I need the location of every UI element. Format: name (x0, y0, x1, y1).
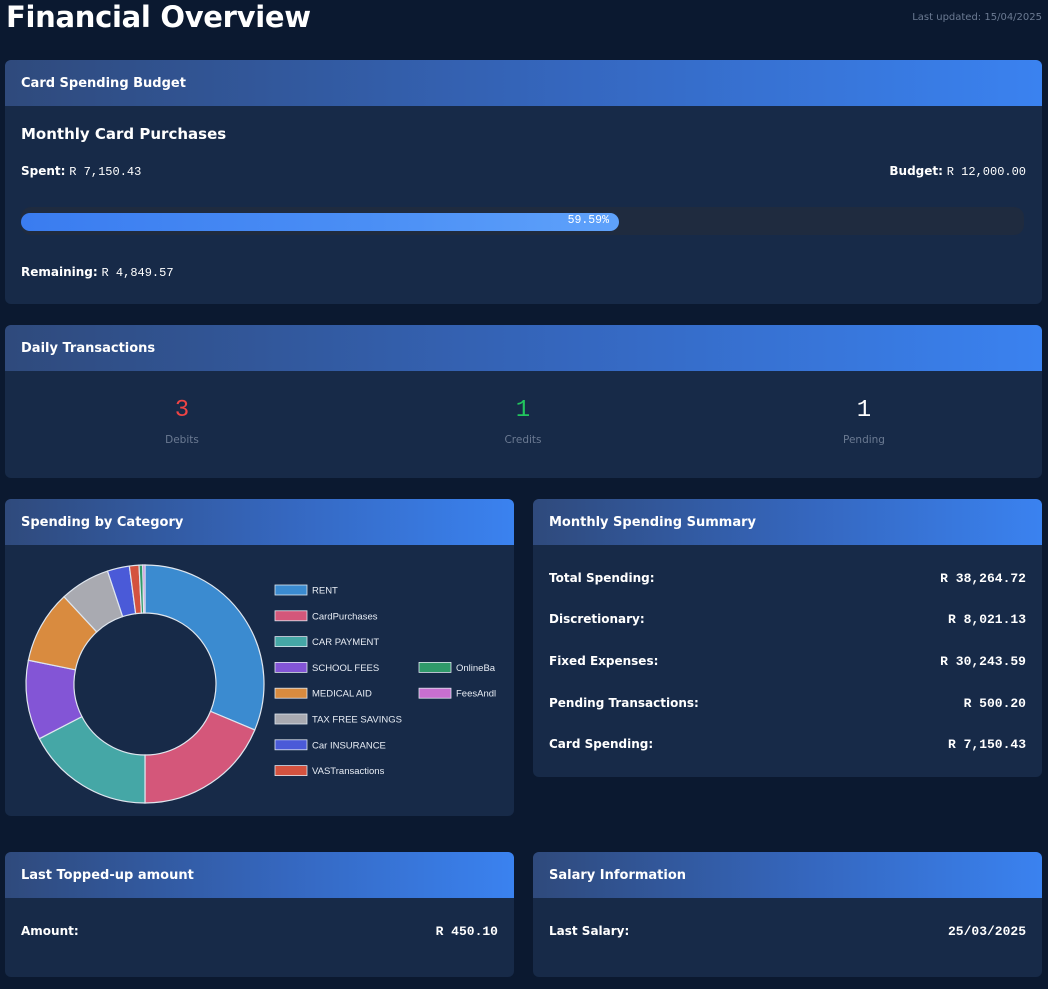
budget-subtitle: Monthly Card Purchases (21, 125, 227, 143)
card-spending-budget-card: Card Spending Budget Monthly Card Purcha… (5, 60, 1042, 304)
legend-swatch (274, 662, 308, 673)
summary-label: Discretionary: (549, 612, 645, 626)
progress-label: 59.59% (567, 214, 609, 227)
credits-stat: 1 Credits (423, 397, 623, 446)
summary-label: Fixed Expenses: (549, 654, 659, 668)
daily-transactions-card: Daily Transactions 3 Debits 1 Credits 1 … (5, 325, 1042, 478)
summary-row: Fixed Expenses: R 30,243.59 (549, 654, 1026, 669)
salary-label: Last Salary: (549, 924, 630, 938)
donut-slice-feesandl[interactable] (142, 564, 146, 614)
card-header: Monthly Spending Summary (533, 499, 1042, 545)
legend-swatch (418, 687, 452, 699)
legend-swatch (274, 584, 308, 596)
remaining-row: Remaining: R 4,849.57 (21, 265, 174, 280)
legend-swatch (274, 636, 308, 647)
donut-slice-rent[interactable] (144, 564, 265, 731)
legend-label: SCHOOL FEES (312, 663, 379, 674)
topup-value: R 450.10 (435, 924, 498, 939)
legend-swatch (274, 713, 308, 725)
legend-item[interactable]: FeesAndl (418, 687, 496, 700)
legend-label: CAR PAYMENT (312, 637, 379, 648)
summary-value: R 30,243.59 (940, 654, 1026, 669)
legend-item[interactable]: CardPurchases (274, 610, 378, 623)
card-header: Salary Information (533, 852, 1042, 898)
legend-item[interactable]: Car INSURANCE (274, 739, 386, 752)
legend-swatch (274, 687, 308, 699)
credits-value: 1 (515, 397, 531, 424)
spending-by-category-card: Spending by Category RENT CardPurchases CA… (5, 499, 514, 816)
spent-label: Spent: (21, 164, 66, 178)
summary-row: Pending Transactions: R 500.20 (549, 696, 1026, 711)
pending-label: Pending (843, 434, 885, 446)
legend-label: MEDICAL AID (312, 689, 372, 700)
debits-label: Debits (165, 434, 199, 446)
legend-item[interactable]: TAX FREE SAVINGS (274, 713, 402, 726)
summary-row: Card Spending: R 7,150.43 (549, 737, 1026, 752)
summary-label: Pending Transactions: (549, 696, 699, 710)
card-header: Card Spending Budget (5, 60, 1042, 106)
card-header: Daily Transactions (5, 325, 1042, 371)
legend-item[interactable]: OnlineBa (418, 662, 496, 674)
summary-label: Card Spending: (549, 737, 654, 751)
summary-value: R 7,150.43 (947, 737, 1026, 752)
progress-fill (21, 213, 619, 231)
spent-value: R 7,150.43 (69, 165, 142, 179)
summary-value: R 38,264.72 (940, 571, 1026, 586)
legend-item[interactable]: VASTransactions (274, 765, 385, 778)
legend-swatch (274, 739, 308, 751)
spending-donut-chart: RENT CardPurchases CAR PAYMENT SCHOOL FEES M… (25, 564, 496, 804)
topup-label: Amount: (21, 924, 79, 938)
legend-item[interactable]: CAR PAYMENT (274, 636, 379, 649)
legend-label: Car INSURANCE (312, 740, 386, 751)
legend-label: FeesAndl (456, 689, 496, 700)
legend-item[interactable]: RENT (274, 584, 338, 597)
remaining-value: R 4,849.57 (101, 266, 174, 280)
budget-label: Budget: (889, 164, 943, 178)
last-topped-up-card: Last Topped-up amount Amount: R 450.10 (5, 852, 514, 977)
debits-value: 3 (174, 397, 190, 424)
credits-label: Credits (504, 434, 542, 446)
donut-slice-cardpurchases[interactable] (144, 710, 256, 804)
legend-label: VASTransactions (312, 766, 385, 777)
budget-value: R 12,000.00 (946, 165, 1026, 179)
legend-label: OnlineBa (456, 663, 496, 674)
legend-item[interactable]: SCHOOL FEES (274, 662, 379, 674)
legend-label: TAX FREE SAVINGS (312, 715, 402, 726)
legend-swatch (274, 765, 308, 777)
summary-value: R 8,021.13 (947, 612, 1026, 627)
topup-row: Amount: R 450.10 (21, 924, 498, 939)
card-header: Spending by Category (5, 499, 514, 545)
last-updated: Last updated: 15/04/2025 (912, 12, 1042, 23)
monthly-spending-summary-card: Monthly Spending Summary Total Spending:… (533, 499, 1042, 777)
salary-value: 25/03/2025 (947, 924, 1026, 939)
budget-row: Budget: R 12,000.00 (889, 164, 1026, 179)
pending-stat: 1 Pending (764, 397, 964, 446)
debits-stat: 3 Debits (82, 397, 282, 446)
salary-information-card: Salary Information Last Salary: 25/03/20… (533, 852, 1042, 977)
pending-value: 1 (856, 397, 872, 424)
legend-label: CardPurchases (312, 611, 378, 622)
summary-value: R 500.20 (963, 696, 1026, 711)
summary-row: Discretionary: R 8,021.13 (549, 612, 1026, 627)
summary-label: Total Spending: (549, 571, 655, 585)
salary-row: Last Salary: 25/03/2025 (549, 924, 1026, 939)
legend-swatch (274, 610, 308, 622)
legend-label: RENT (312, 586, 338, 597)
spent-row: Spent: R 7,150.43 (21, 164, 141, 179)
card-header: Last Topped-up amount (5, 852, 514, 898)
remaining-label: Remaining: (21, 265, 98, 279)
page-title: Financial Overview (6, 0, 311, 34)
legend-swatch (418, 662, 452, 673)
summary-row: Total Spending: R 38,264.72 (549, 571, 1026, 586)
legend-item[interactable]: MEDICAL AID (274, 687, 372, 700)
